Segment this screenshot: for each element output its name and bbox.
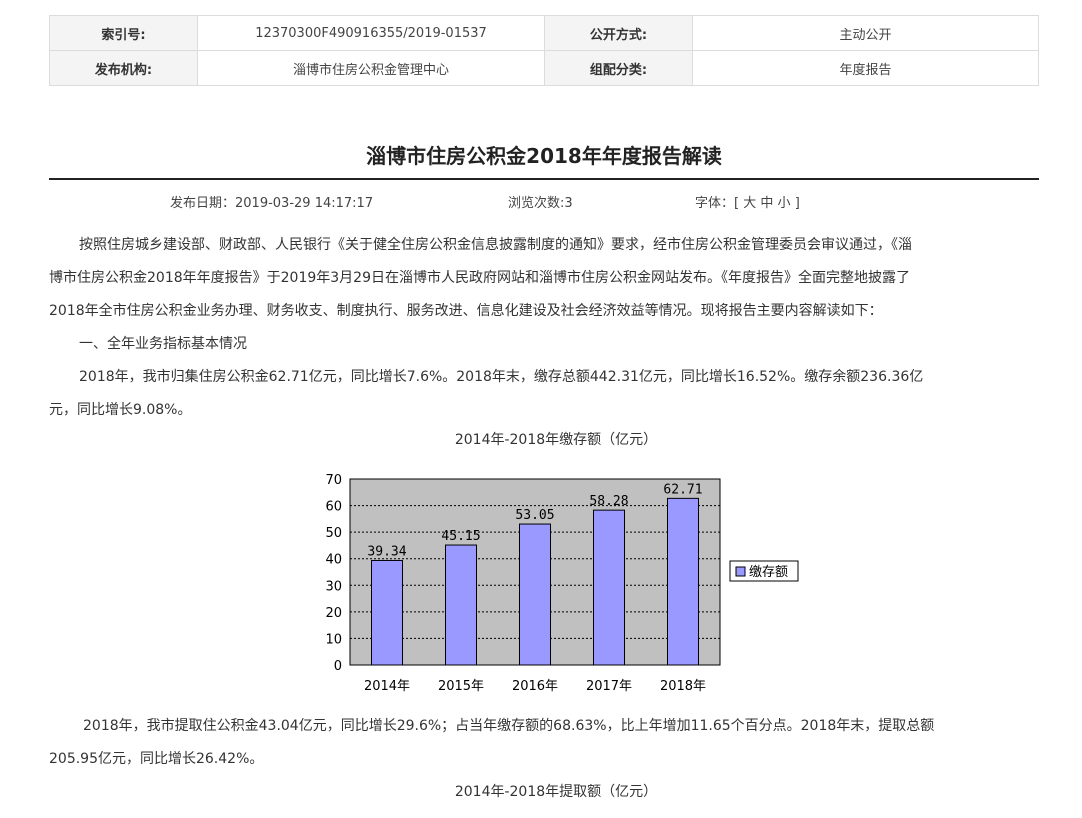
view-count-info: 浏览次数:3 — [508, 192, 573, 211]
y-tick-label: 0 — [334, 659, 342, 674]
withdrawal-paragraph: 2018年，我市提取住公积金43.04亿元，同比增长29.6%；占当年缴存额的6… — [49, 710, 1041, 776]
title-divider — [49, 178, 1039, 180]
publish-date-info: 发布日期：2019-03-29 14:17:17 — [170, 192, 373, 211]
y-tick-label: 30 — [325, 579, 342, 594]
legend-swatch — [735, 566, 746, 577]
y-tick-label: 70 — [325, 473, 342, 488]
x-tick-label: 2015年 — [438, 679, 484, 694]
chart2-caption: 2014年-2018年提取额（亿元） — [454, 784, 658, 800]
view-count-label: 浏览次数: — [508, 196, 565, 211]
chart1-caption: 2014年-2018年缴存额（亿元） — [454, 432, 658, 448]
publish-date-label: 发布日期： — [170, 196, 236, 211]
deposit-bar-chart: 0 10 20 30 40 50 60 70 39.34 45.15 53.05 58.28 62.7… — [325, 473, 799, 694]
y-tick-label: 20 — [325, 606, 342, 621]
chart-legend: 缴存额 — [729, 560, 799, 582]
intro-paragraph: 按照住房城乡建设部、财政部、人民银行《关于健全住房公积金信息披露制度的通知》要求… — [49, 229, 1041, 427]
bar-value-label: 39.34 — [367, 544, 406, 559]
section-heading: 一、全年业务指标基本情况 — [79, 336, 247, 352]
disclosure-label: 公开方式: — [544, 15, 693, 51]
bar — [593, 509, 625, 666]
bar — [445, 544, 477, 666]
bar-value-label: 45.15 — [441, 529, 480, 544]
y-tick-label: 40 — [325, 553, 342, 568]
y-tick-label: 50 — [325, 526, 342, 541]
deposit-line: 元，同比增长9.08%。 — [49, 402, 192, 418]
index-value: 12370300F490916355/2019-01537 — [197, 15, 545, 51]
intro-line: 按照住房城乡建设部、财政部、人民银行《关于健全住房公积金信息披露制度的通知》要求… — [79, 237, 912, 253]
x-tick-label: 2014年 — [364, 679, 410, 694]
metadata-table: 索引号: 12370300F490916355/2019-01537 公开方式:… — [49, 15, 1039, 86]
font-medium-link[interactable]: 中 — [760, 196, 773, 211]
font-size-switcher: 字体：[ 大 中 小 ] — [695, 192, 800, 211]
publisher-value: 淄博市住房公积金管理中心 — [197, 50, 545, 86]
view-count-value: 3 — [564, 196, 573, 211]
x-tick-label: 2016年 — [512, 679, 558, 694]
font-size-close: ] — [794, 196, 800, 211]
deposit-line: 2018年，我市归集住房公积金62.71亿元，同比增长7.6%。2018年末，缴… — [79, 369, 924, 385]
x-tick-label: 2017年 — [586, 679, 632, 694]
font-small-link[interactable]: 小 — [778, 196, 791, 211]
publisher-label: 发布机构: — [49, 50, 198, 86]
y-tick-label: 10 — [325, 632, 342, 647]
bar-value-label: 58.28 — [589, 494, 628, 509]
metadata-row: 索引号: 12370300F490916355/2019-01537 公开方式:… — [49, 15, 1039, 51]
category-value: 年度报告 — [692, 50, 1039, 86]
bar — [519, 523, 551, 666]
intro-line: 博市住房公积金2018年年度报告》于2019年3月29日在淄博市人民政府网站和淄… — [49, 270, 910, 286]
bar — [371, 559, 403, 666]
x-tick-label: 2018年 — [660, 679, 706, 694]
page-title: 淄博市住房公积金2018年年度报告解读 — [366, 144, 722, 168]
bar-value-label: 62.71 — [663, 482, 702, 497]
font-large-link[interactable]: 大 — [743, 196, 756, 211]
publish-date-value: 2019-03-29 14:17:17 — [235, 196, 374, 211]
intro-line: 2018年全市住房公积金业务办理、财务收支、制度执行、服务改进、信息化建设及社会… — [49, 303, 883, 319]
y-tick-label: 60 — [325, 500, 342, 515]
legend-label: 缴存额 — [749, 565, 788, 580]
category-label: 组配分类: — [544, 50, 693, 86]
bar-value-label: 53.05 — [515, 508, 554, 523]
withdrawal-line: 2018年，我市提取住公积金43.04亿元，同比增长29.6%；占当年缴存额的6… — [83, 718, 935, 734]
index-label: 索引号: — [49, 15, 198, 51]
font-size-label: 字体：[ — [695, 196, 740, 211]
withdrawal-line: 205.95亿元，同比增长26.42%。 — [49, 751, 264, 767]
disclosure-value: 主动公开 — [692, 15, 1039, 51]
metadata-row: 发布机构: 淄博市住房公积金管理中心 组配分类: 年度报告 — [49, 50, 1039, 86]
bar — [667, 497, 699, 666]
